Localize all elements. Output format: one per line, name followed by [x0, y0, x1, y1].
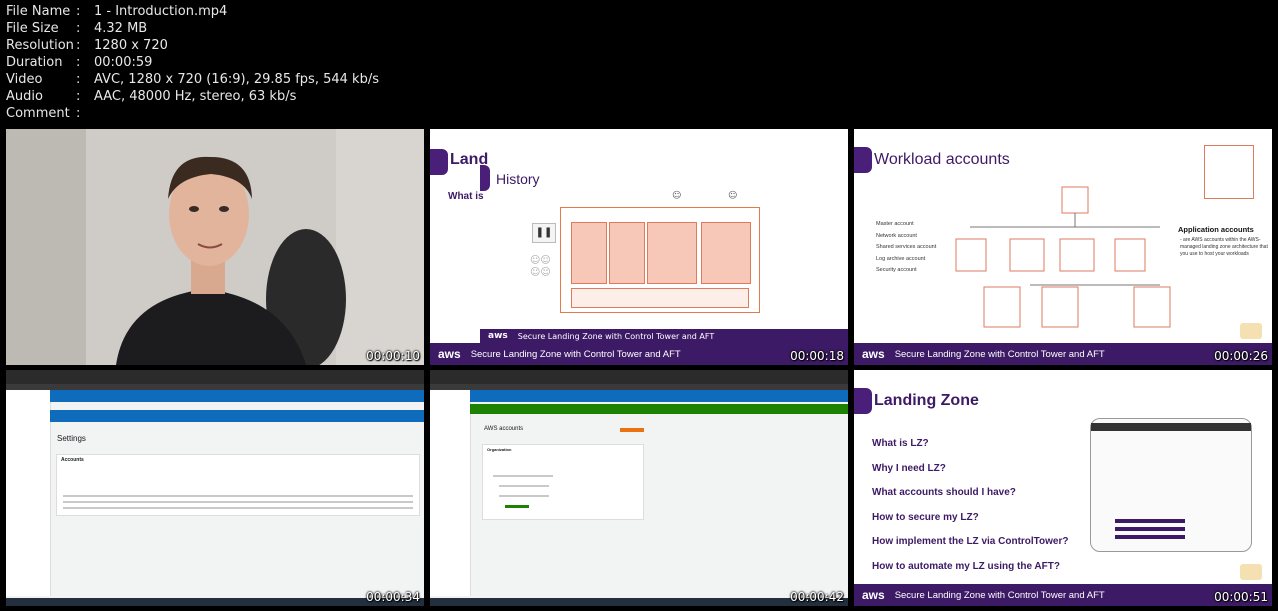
- timestamp: 00:00:18: [790, 349, 844, 363]
- list-item: [493, 475, 553, 477]
- section-title: Organization: [487, 447, 512, 452]
- metadata-row: File Name:1 - Introduction.mp4: [6, 4, 228, 19]
- timestamp: 00:00:26: [1214, 349, 1268, 363]
- status-badge: [505, 505, 529, 508]
- app-accounts-desc: - are AWS accounts within the AWS-manage…: [1180, 237, 1268, 257]
- presenter-image: [6, 129, 424, 365]
- aws-banner: aws Secure Landing Zone with Control Tow…: [854, 584, 1272, 606]
- course-title: Secure Landing Zone with Control Tower a…: [894, 589, 1105, 601]
- thumbnail-console-settings[interactable]: Settings Accounts 00:00:34: [6, 370, 424, 606]
- diagram-account: [571, 222, 607, 284]
- metadata-row: Duration:00:00:59: [6, 55, 153, 70]
- inner-banner: aws Secure Landing Zone with Control Tow…: [480, 329, 848, 343]
- table-row: [63, 507, 413, 509]
- accounts-table: Accounts: [56, 454, 420, 516]
- aws-logo: aws: [862, 347, 885, 361]
- slide-title-front: History: [496, 171, 540, 187]
- page-title: AWS accounts: [484, 426, 524, 432]
- metadata-row: Comment:: [6, 106, 81, 121]
- aws-banner: aws Secure Landing Zone with Control Tow…: [430, 343, 848, 365]
- info-banner: [50, 390, 424, 402]
- console-footer: [430, 598, 848, 606]
- slide-subtitle-back: What is: [448, 191, 484, 202]
- thumbnail-landing-zone[interactable]: Landing Zone What is LZ? Why I need LZ? …: [854, 370, 1272, 606]
- section-title: Accounts: [61, 457, 84, 463]
- metadata-row: File Size:4.32 MB: [6, 21, 148, 36]
- page-title: Settings: [57, 434, 86, 443]
- diagram-account: [647, 222, 697, 284]
- info-banner: [50, 410, 424, 422]
- thumbnail-presenter[interactable]: 00:00:10: [6, 129, 424, 365]
- org-tree-diagram: [955, 186, 1171, 328]
- diagram-aws-cloud: [560, 207, 760, 313]
- slide-tab: [480, 165, 490, 191]
- list-item: [499, 495, 549, 497]
- metadata-row: Video: AVC, 1280 x 720 (16:9), 29.85 fps,…: [6, 72, 379, 87]
- thumbnail-console-accounts[interactable]: AWS accounts Organization 00:00:42: [430, 370, 848, 606]
- user-icon: ☺: [728, 191, 738, 201]
- console-sidebar: [6, 390, 51, 596]
- browser-tabbar: [6, 370, 424, 384]
- timestamp: 00:00:51: [1214, 590, 1268, 604]
- aws-banner: aws Secure Landing Zone with Control Tow…: [854, 343, 1272, 365]
- table-row: [63, 495, 413, 497]
- metadata-row: Resolution:1280 x 720: [6, 38, 168, 53]
- course-badge-icon: [1240, 323, 1262, 339]
- app-account-icon: [1204, 145, 1254, 199]
- add-account-button[interactable]: [620, 428, 644, 432]
- diagram-account: [701, 222, 751, 284]
- account-list: Master account Network account Shared se…: [876, 221, 937, 273]
- diagram-account: [609, 222, 645, 284]
- console-sidebar: [430, 390, 471, 596]
- question-list: What is LZ? Why I need LZ? What accounts…: [872, 438, 1069, 572]
- course-title: Secure Landing Zone with Control Tower a…: [894, 348, 1105, 360]
- pause-icon[interactable]: ❚❚: [532, 223, 556, 243]
- list-item: [499, 485, 549, 487]
- thumbnail-history-slide[interactable]: Land What is History ❚❚ ☺☺ ☺☺ ☺ ☺ aws Sec…: [430, 129, 848, 365]
- metadata-row: Audio: AAC, 48000 Hz, stereo, 63 kb/s: [6, 89, 297, 104]
- course-title: Secure Landing Zone with Control Tower a…: [470, 348, 681, 360]
- app-accounts-title: Application accounts: [1178, 225, 1254, 234]
- thumbnail-workload-accounts[interactable]: Workload accounts Master account Network…: [854, 129, 1272, 365]
- slide-title: Landing Zone: [874, 392, 979, 409]
- course-badge-icon: [1240, 564, 1262, 580]
- console-footer: [6, 598, 424, 606]
- timestamp: 00:00:10: [366, 349, 420, 363]
- file-metadata: File Name:1 - Introduction.mp4 File Size…: [6, 3, 379, 122]
- diagram-log-storage: [571, 288, 749, 308]
- aws-logo: aws: [438, 347, 461, 361]
- slide-tab: [854, 388, 872, 414]
- timestamp: 00:00:34: [366, 590, 420, 604]
- users-icon: ☺☺ ☺☺: [530, 255, 551, 278]
- slide-tab: [854, 147, 872, 173]
- table-row: [63, 501, 413, 503]
- success-banner: [470, 404, 848, 414]
- info-banner: [470, 390, 848, 402]
- browser-tabbar: [430, 370, 848, 384]
- timestamp: 00:00:42: [790, 590, 844, 604]
- user-icon: ☺: [672, 191, 682, 201]
- aws-logo: aws: [862, 588, 885, 602]
- organization-panel: Organization: [482, 444, 644, 520]
- slide-tab: [430, 149, 448, 175]
- console-screenshot: [1090, 418, 1252, 552]
